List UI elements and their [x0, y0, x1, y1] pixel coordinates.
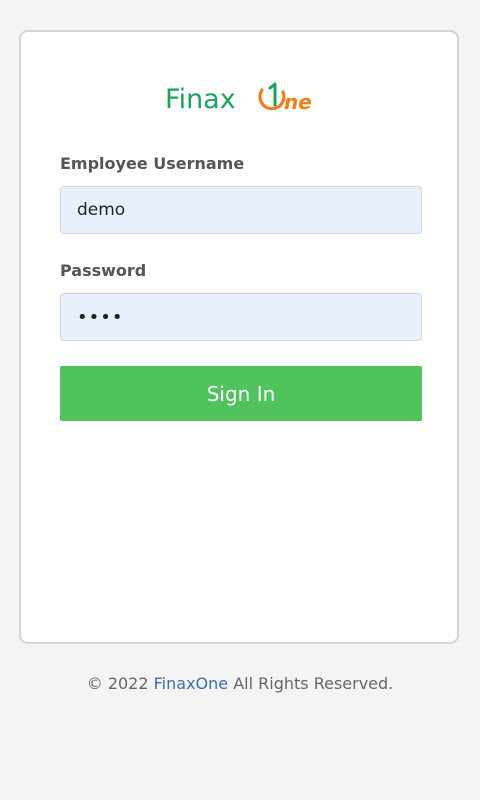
finaxone-logo-icon: Finax ne: [165, 82, 312, 115]
finaxone-logo: Finax ne: [21, 76, 457, 118]
password-input[interactable]: [60, 293, 422, 341]
username-label: Employee Username: [60, 154, 245, 173]
copyright-text: © 2022: [86, 674, 149, 693]
sign-in-button[interactable]: Sign In: [60, 366, 422, 421]
footer: © 2022 FinaxOne All Rights Reserved.: [0, 674, 480, 693]
footer-brand-link[interactable]: FinaxOne: [154, 674, 228, 693]
rights-text: All Rights Reserved.: [233, 674, 394, 693]
login-card: Finax ne Employee Username Password Sign…: [19, 30, 459, 644]
logo-text-ne: ne: [284, 90, 312, 114]
password-label: Password: [60, 261, 147, 280]
logo-ring-icon: [258, 88, 286, 111]
username-input[interactable]: [60, 186, 422, 234]
logo-text-finax: Finax: [165, 84, 236, 115]
logo-one-icon: [268, 82, 277, 107]
